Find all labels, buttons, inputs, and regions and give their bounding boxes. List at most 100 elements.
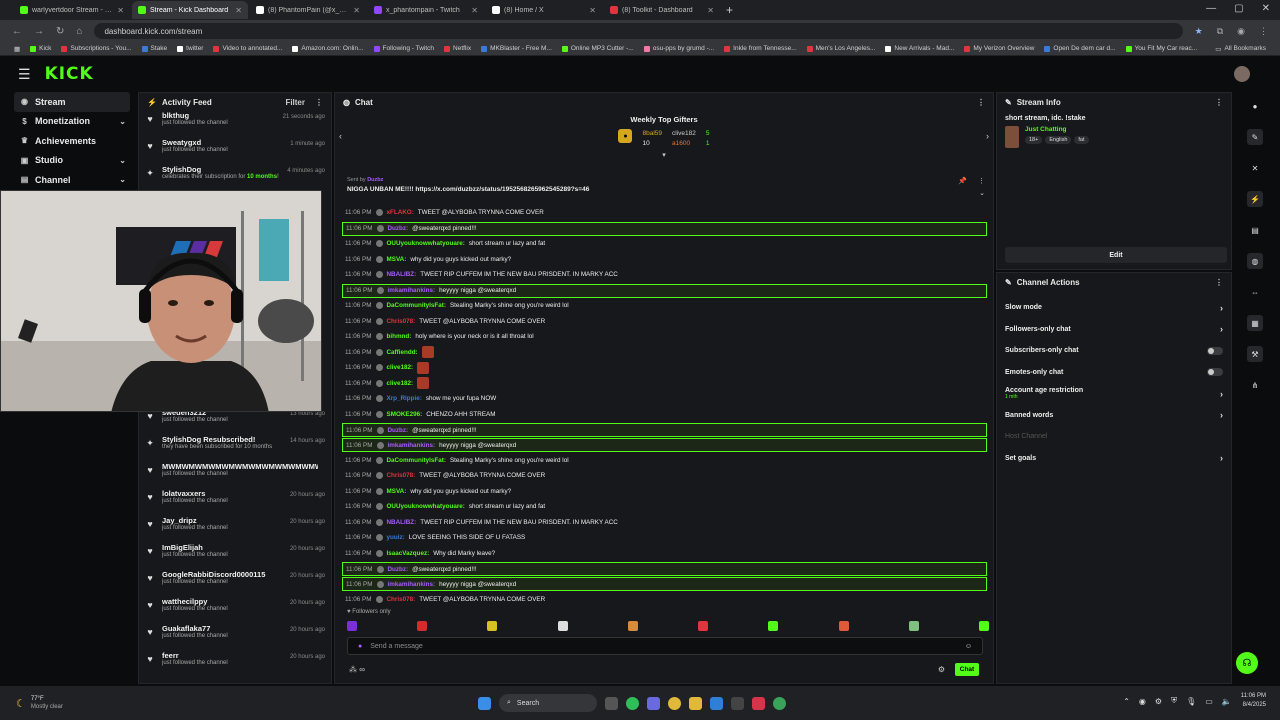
- chevron-down-icon[interactable]: ⌄: [119, 156, 126, 165]
- activity-username[interactable]: blkthug: [162, 111, 276, 120]
- app-red-icon[interactable]: [752, 696, 765, 710]
- stream-category[interactable]: Just Chatting: [1025, 126, 1089, 133]
- edit-stream-info-button[interactable]: Edit: [1005, 247, 1227, 263]
- nav-item-channel[interactable]: ▤ Channel ⌄: [0, 170, 134, 190]
- forward-icon[interactable]: →: [34, 26, 44, 37]
- tab-close-icon[interactable]: ✕: [589, 6, 596, 15]
- browser-tab[interactable]: warlyvertdoor Stream - Watch ✕: [14, 1, 130, 19]
- activity-username[interactable]: StylishDog Resubscribed!: [162, 435, 283, 444]
- quick-emote[interactable]: [838, 621, 849, 631]
- minimize-icon[interactable]: —: [1206, 3, 1216, 14]
- all-bookmarks[interactable]: ▭ All Bookmarks: [1215, 45, 1266, 53]
- stream-tag[interactable]: fat: [1074, 136, 1089, 144]
- channel-action-followers-only-chat[interactable]: Followers-only chat ›: [997, 319, 1231, 341]
- share-icon[interactable]: ⋔: [1247, 377, 1263, 393]
- emoji-icon[interactable]: ☺: [965, 643, 972, 650]
- support-headset-icon[interactable]: ☊: [1236, 652, 1258, 674]
- pinned-by-user[interactable]: Duzbz: [367, 177, 383, 183]
- bookmark-item[interactable]: Netflix: [444, 45, 471, 52]
- tray-chevron-icon[interactable]: ⌃: [1123, 697, 1130, 706]
- channel-action-banned-words[interactable]: Banned words ›: [997, 405, 1231, 427]
- toggle-switch[interactable]: [1207, 346, 1223, 355]
- chat-username[interactable]: imkamihankins:: [388, 442, 436, 449]
- chat-username[interactable]: Duzbz:: [388, 427, 409, 434]
- toggle-switch[interactable]: [1207, 368, 1223, 377]
- quick-emote[interactable]: [978, 621, 989, 631]
- kick-logo[interactable]: KICK: [45, 64, 94, 84]
- tray-network-icon[interactable]: ▭: [1205, 697, 1213, 706]
- bookmark-item[interactable]: Kick: [30, 45, 51, 52]
- activity-username[interactable]: Sweatygxd: [162, 138, 283, 147]
- profile-icon[interactable]: ◉: [1237, 26, 1245, 37]
- bookmark-item[interactable]: MKBlaster - Free M...: [481, 45, 552, 52]
- close-window-icon[interactable]: ✕: [1262, 3, 1270, 14]
- chat-username[interactable]: Caffiendd:: [387, 349, 418, 356]
- browser-tab[interactable]: (8) Home / X ✕: [486, 1, 602, 19]
- tray-settings-icon[interactable]: ⚙: [1155, 697, 1162, 706]
- wrench-icon[interactable]: ⚒: [1247, 346, 1263, 362]
- chat-identity-icon[interactable]: ●: [358, 643, 362, 650]
- bookmark-item[interactable]: You Fit My Car reac...: [1125, 45, 1197, 52]
- chat-username[interactable]: SMOKE296:: [387, 411, 423, 418]
- discord-icon[interactable]: [647, 696, 660, 710]
- channel-action-set-goals[interactable]: Set goals ›: [997, 448, 1231, 470]
- chat-username[interactable]: bihmnd:: [387, 333, 412, 340]
- obs-icon[interactable]: [731, 696, 744, 710]
- nav-item-achievements[interactable]: ♛ Achievements: [0, 131, 134, 151]
- tray-shield-icon[interactable]: ⛨: [1171, 696, 1177, 706]
- gifter-name[interactable]: 8bal59: [642, 129, 662, 139]
- gifters-next-icon[interactable]: ›: [986, 131, 989, 141]
- hamburger-menu-icon[interactable]: ☰: [18, 66, 31, 83]
- chat-username[interactable]: MSVA:: [387, 256, 407, 263]
- channel-actions-more-icon[interactable]: ⋮: [1215, 278, 1223, 287]
- apps-grid-icon[interactable]: ▦: [14, 45, 20, 53]
- chrome-active-icon[interactable]: [773, 696, 786, 710]
- bookmark-star-icon[interactable]: ★: [1195, 26, 1203, 37]
- new-tab-icon[interactable]: +: [726, 3, 733, 17]
- document-icon[interactable]: ▤: [1247, 222, 1263, 238]
- menu-dots-icon[interactable]: ⋮: [1259, 26, 1268, 37]
- bookmark-item[interactable]: Amazon.com: Onlin...: [292, 45, 364, 52]
- bookmark-item[interactable]: Stake: [141, 45, 167, 52]
- bookmark-item[interactable]: Subscriptions - You...: [61, 45, 132, 52]
- activity-username[interactable]: Jay_dripz: [162, 516, 283, 525]
- chat-username[interactable]: Duzbz:: [388, 225, 409, 232]
- bookmark-item[interactable]: twitter: [177, 45, 203, 52]
- gifter-name[interactable]: clive182: [672, 129, 696, 139]
- taskbar-clock[interactable]: 11:06 PM 8/4/2025: [1241, 692, 1266, 710]
- tab-close-icon[interactable]: ✕: [235, 6, 242, 15]
- bookmark-item[interactable]: Online MP3 Cutter -...: [561, 45, 634, 52]
- pencil-icon[interactable]: ✎: [1247, 129, 1263, 145]
- chat-username[interactable]: NBALIBZ:: [387, 519, 417, 526]
- chat-rail-icon[interactable]: ◍: [1247, 253, 1263, 269]
- channel-action-account-age-restriction[interactable]: Account age restriction 1 mth ›: [997, 383, 1231, 405]
- activity-more-icon[interactable]: ⋮: [315, 98, 323, 107]
- chevron-right-icon[interactable]: ›: [1220, 324, 1223, 334]
- spotify-icon[interactable]: [626, 696, 639, 710]
- browser-tab[interactable]: (8) PhantomPain (@x_Phantom...✕: [250, 1, 366, 19]
- quick-emote[interactable]: [557, 621, 568, 631]
- gifter-name[interactable]: a1600: [672, 139, 696, 149]
- activity-username[interactable]: GoogleRabbiDiscord0000115: [162, 570, 283, 579]
- bookmark-item[interactable]: My Verizon Overview: [964, 45, 1034, 52]
- activity-username[interactable]: feerr: [162, 651, 283, 660]
- maximize-icon[interactable]: ▢: [1234, 3, 1243, 14]
- channel-action-slow-mode[interactable]: Slow mode ›: [997, 297, 1231, 319]
- tray-volume-icon[interactable]: 🔈: [1222, 697, 1232, 706]
- crossed-tools-icon[interactable]: ✕: [1247, 160, 1263, 176]
- chat-username[interactable]: OUUyouknowwhatyouare:: [387, 240, 465, 247]
- back-icon[interactable]: ←: [12, 26, 22, 37]
- activity-username[interactable]: lolatvaxxers: [162, 489, 283, 498]
- stream-tag[interactable]: English: [1045, 136, 1072, 144]
- send-chat-button[interactable]: Chat: [955, 663, 979, 676]
- weather-widget[interactable]: ☾ 77°F Mostly clear: [16, 695, 63, 711]
- layout-icon[interactable]: ▦: [1247, 315, 1263, 331]
- extensions-icon[interactable]: ⧉: [1217, 26, 1223, 37]
- quick-emote[interactable]: [487, 621, 498, 631]
- chat-username[interactable]: imkamihankins:: [388, 581, 436, 588]
- chat-input[interactable]: ● Send a message ☺: [347, 637, 983, 655]
- bookmark-item[interactable]: osu-pps by grumd -...: [643, 45, 714, 52]
- chrome-icon[interactable]: [668, 696, 681, 710]
- quick-emote[interactable]: [908, 621, 919, 631]
- chat-username[interactable]: Chris078:: [387, 318, 416, 325]
